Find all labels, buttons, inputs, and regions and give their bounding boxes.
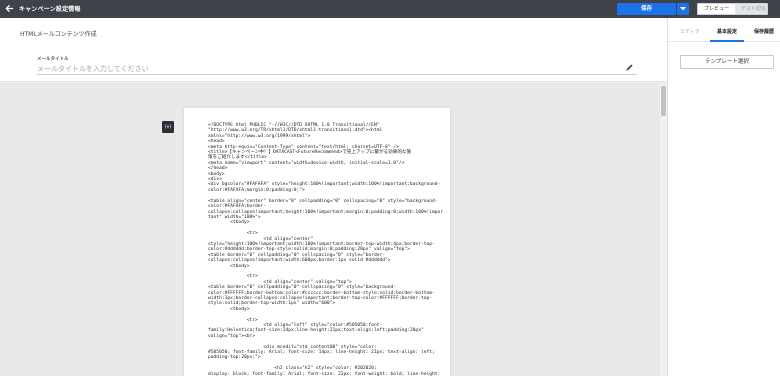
arrow-left-icon[interactable] (4, 3, 15, 14)
caret-down-icon (680, 7, 686, 11)
preview-button[interactable]: プレビュー (698, 4, 735, 14)
template-select-button[interactable]: テンプレート選択 (680, 55, 774, 69)
tab-editor[interactable]: エディタ (680, 28, 700, 35)
mail-title-input[interactable] (37, 63, 637, 75)
code-editor[interactable]: <!DOCTYPE html PUBLIC "-//W3C//DTD XHTML… (184, 108, 450, 376)
code-line: display: block; font-family: Arial; font… (208, 371, 441, 376)
tab-save-history[interactable]: 保存履歴 (754, 28, 774, 35)
panel-tabs: エディタ 基本設定 保存履歴 (668, 18, 780, 42)
tab-basic-settings[interactable]: 基本設定 (717, 28, 737, 35)
html-badge-icon[interactable]: {e} (162, 121, 174, 133)
scrollbar-thumb[interactable] (661, 86, 666, 116)
mail-title-label: メールタイトル (37, 57, 69, 62)
active-tab-indicator (710, 40, 744, 42)
top-bar: キャンペーン設定情報 保存 プレビュー テスト配信 (0, 0, 780, 18)
save-dropdown-button[interactable] (677, 3, 689, 15)
pencil-icon[interactable] (625, 63, 634, 72)
page-title: HTMLメールコンテンツ作成 (20, 31, 97, 38)
vertical-scrollbar[interactable] (660, 83, 667, 376)
test-send-button[interactable]: テスト配信 (735, 4, 767, 14)
document-header: HTMLメールコンテンツ作成 メールタイトル (0, 18, 667, 82)
app-title: キャンペーン設定情報 (19, 6, 81, 13)
save-button[interactable]: 保存 (617, 3, 676, 15)
view-toggle: プレビュー テスト配信 (697, 3, 768, 15)
settings-panel: エディタ 基本設定 保存履歴 テンプレート選択 (667, 18, 780, 376)
code-text[interactable]: <!DOCTYPE html PUBLIC "-//W3C//DTD XHTML… (208, 123, 450, 376)
